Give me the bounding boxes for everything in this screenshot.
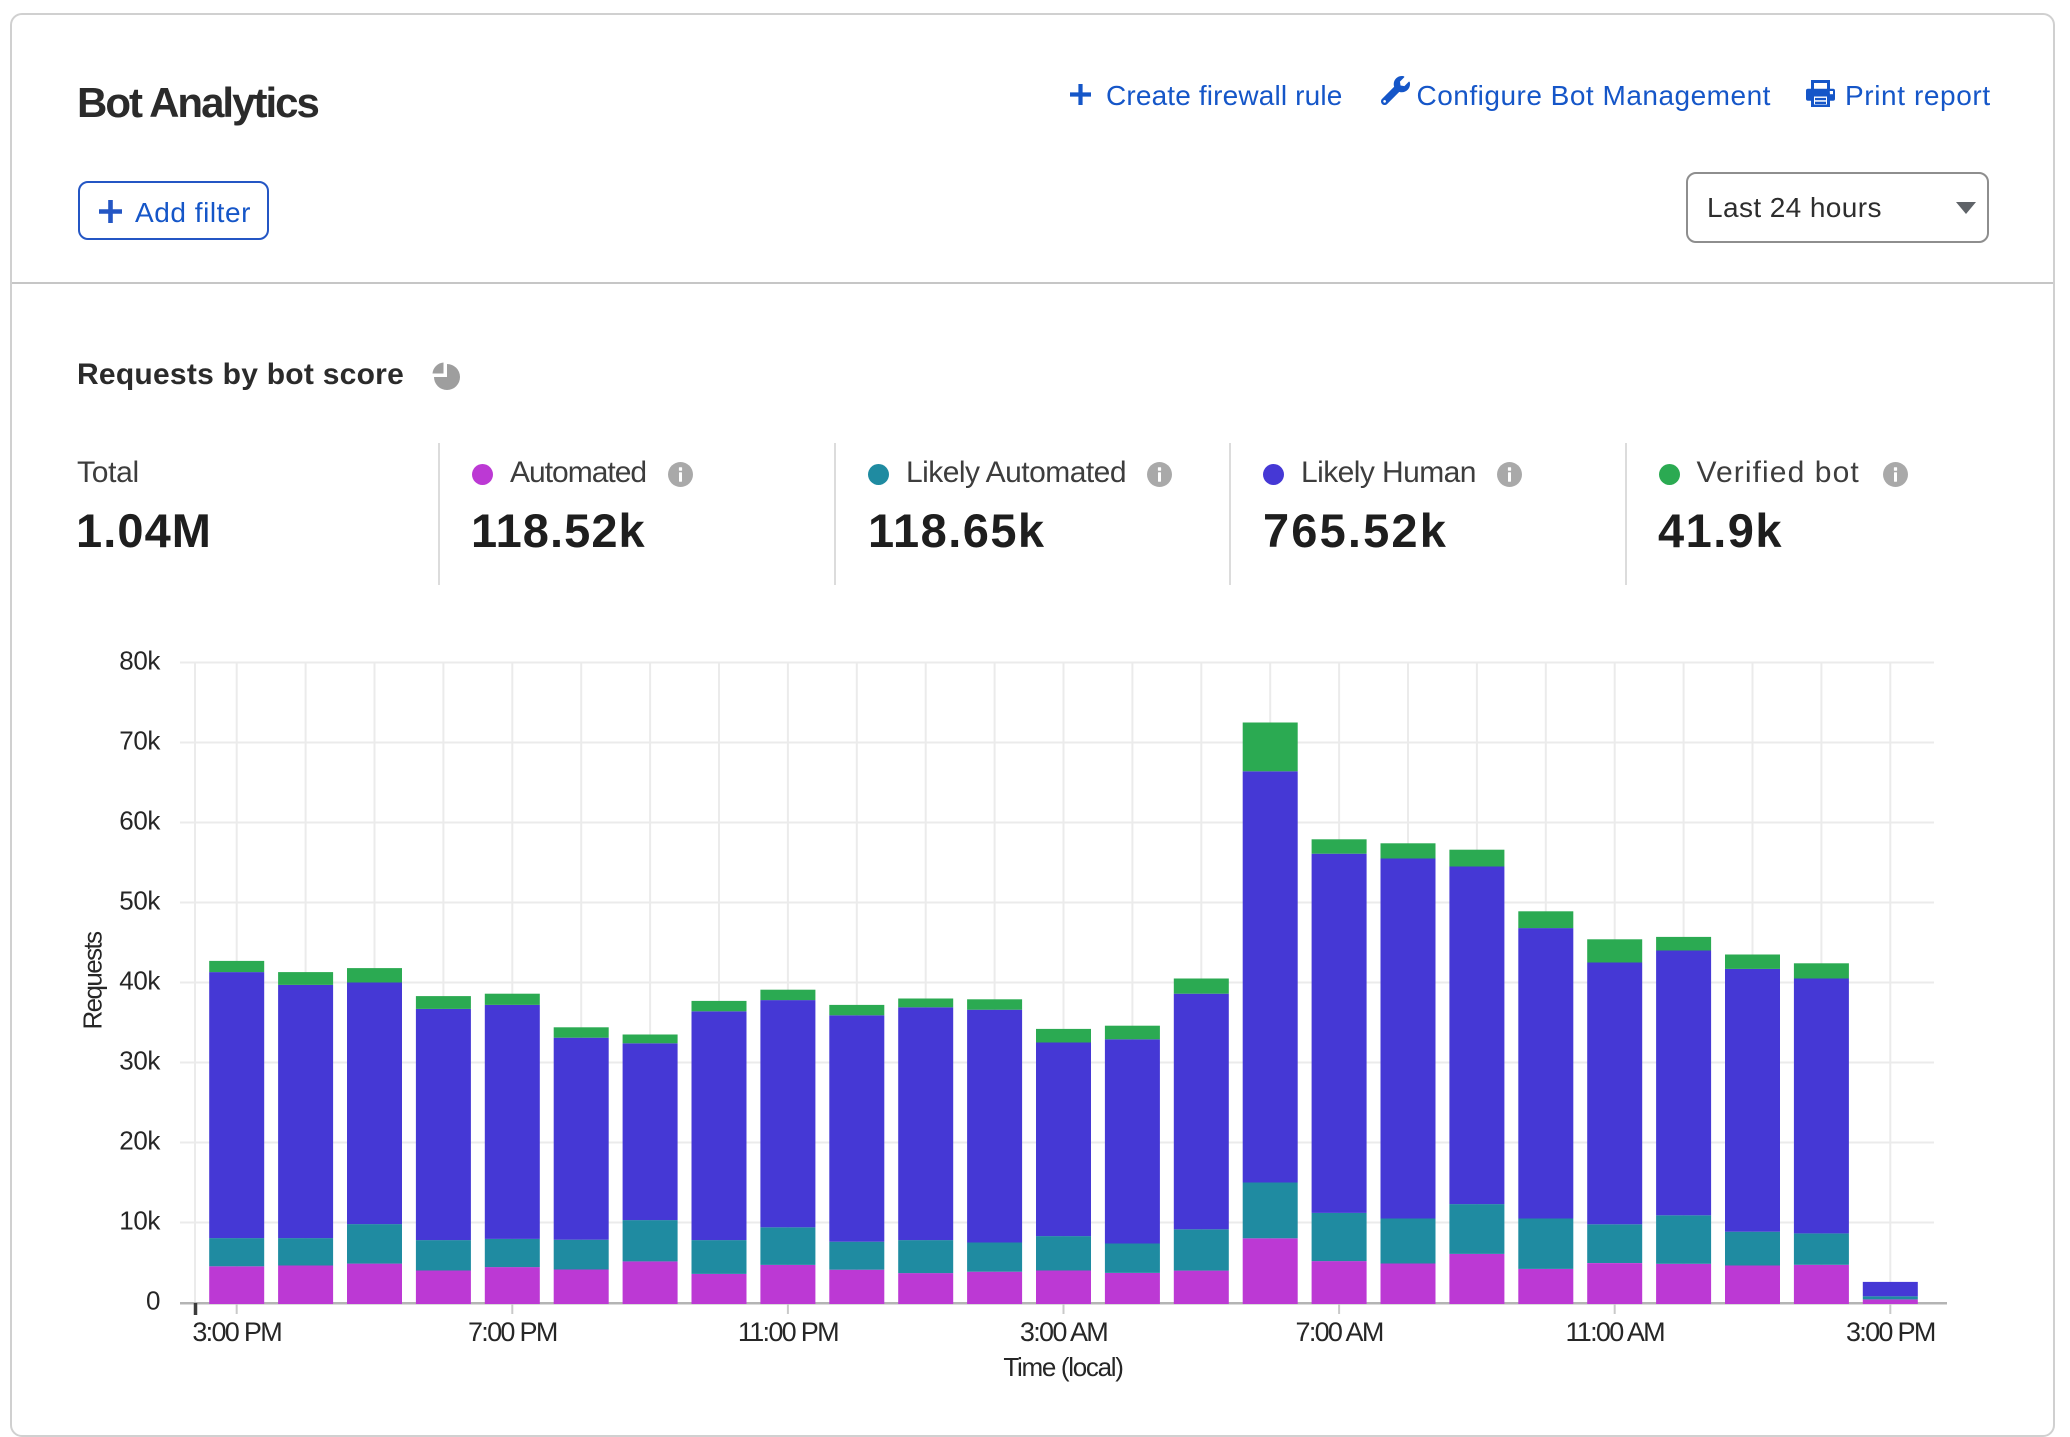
svg-text:7:00 PM: 7:00 PM <box>468 1317 557 1347</box>
svg-text:80k: 80k <box>119 646 161 676</box>
svg-text:40k: 40k <box>119 966 161 996</box>
svg-text:70k: 70k <box>119 726 161 756</box>
svg-text:20k: 20k <box>119 1126 161 1156</box>
svg-text:Requests: Requests <box>78 931 108 1030</box>
svg-text:30k: 30k <box>119 1046 161 1076</box>
svg-text:3:00 PM: 3:00 PM <box>192 1317 281 1347</box>
svg-text:11:00 PM: 11:00 PM <box>738 1317 838 1347</box>
svg-text:Time (local): Time (local) <box>1003 1352 1123 1382</box>
svg-text:0: 0 <box>146 1286 160 1316</box>
svg-text:3:00 PM: 3:00 PM <box>1846 1317 1935 1347</box>
svg-text:7:00 AM: 7:00 AM <box>1296 1317 1383 1347</box>
svg-text:50k: 50k <box>119 886 161 916</box>
svg-text:60k: 60k <box>119 806 161 836</box>
svg-text:10k: 10k <box>119 1206 161 1236</box>
svg-text:11:00 AM: 11:00 AM <box>1565 1317 1664 1347</box>
svg-text:3:00 AM: 3:00 AM <box>1020 1317 1107 1347</box>
